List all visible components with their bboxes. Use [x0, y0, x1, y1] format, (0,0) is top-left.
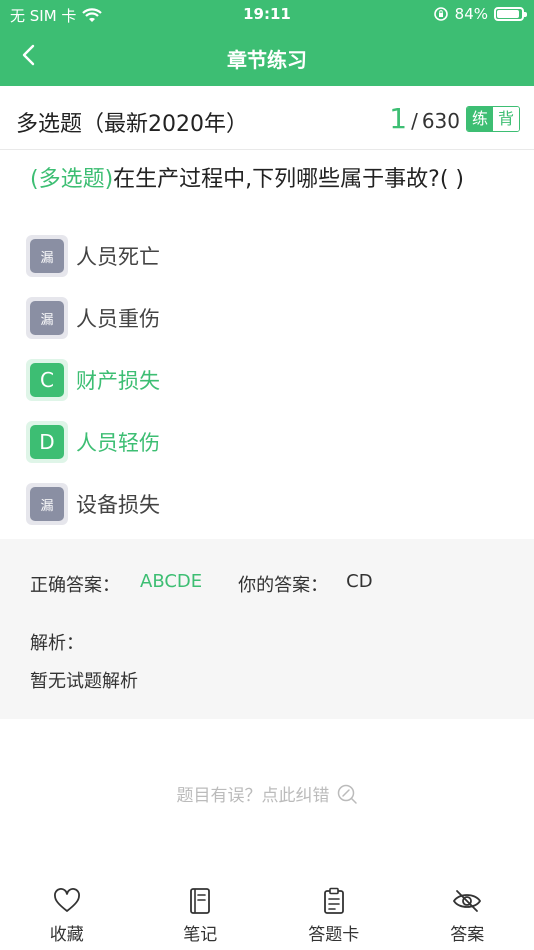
- analysis-text: 暂无试题解析: [30, 671, 138, 692]
- question-stem: (多选题)在生产过程中,下列哪些属于事故?( ): [30, 165, 510, 195]
- your-answer-value: CD: [346, 571, 373, 592]
- option-text: 人员轻伤: [76, 431, 160, 455]
- notebook-icon: [190, 888, 211, 914]
- option-item[interactable]: D 人员轻伤: [26, 411, 506, 473]
- mode-toggle[interactable]: 练 背: [466, 106, 520, 132]
- report-error-text: 题目有误？点此纠错: [176, 786, 330, 806]
- question-progress: 1 / 630: [389, 102, 460, 135]
- show-answer-label: 答案: [450, 925, 485, 945]
- option-badge: 漏: [26, 483, 68, 525]
- option-item[interactable]: 漏 设备损失: [26, 473, 506, 535]
- notes-label: 笔记: [183, 925, 218, 945]
- clipboard-icon: [323, 887, 344, 914]
- bottom-toolbar: 收藏 笔记 答题卡 答案: [0, 872, 534, 950]
- option-badge: 漏: [26, 297, 68, 339]
- correct-answer-label: 正确答案：: [30, 575, 120, 596]
- option-item[interactable]: 漏 人员死亡: [26, 225, 506, 287]
- battery-percent: 84%: [454, 5, 488, 23]
- option-badge: 漏: [26, 235, 68, 277]
- app-header: 无 SIM 卡 19:11 84% 章节练习: [0, 0, 534, 86]
- question-text: 在生产过程中,下列哪些属于事故?( ): [113, 167, 465, 192]
- option-list: 漏 人员死亡 漏 人员重伤 C 财产损失 D 人员轻伤 漏 设备损失: [26, 225, 506, 535]
- favorite-button[interactable]: 收藏: [0, 872, 134, 950]
- answer-card-label: 答题卡: [308, 925, 360, 945]
- correct-answer-value: ABCDE: [140, 571, 203, 592]
- show-answer-button[interactable]: 答案: [401, 872, 534, 950]
- missed-mark: 漏: [30, 301, 64, 335]
- your-answer-label: 你的答案：: [238, 575, 329, 596]
- option-text: 人员死亡: [76, 245, 160, 269]
- section-title: 多选题（最新2020年）: [16, 112, 248, 137]
- favorite-label: 收藏: [49, 925, 84, 945]
- status-bar: 无 SIM 卡 19:11 84%: [0, 0, 534, 28]
- option-item[interactable]: C 财产损失: [26, 349, 506, 411]
- option-badge: C: [26, 359, 68, 401]
- battery-icon: [494, 7, 527, 21]
- report-error-link[interactable]: 题目有误？点此纠错: [0, 781, 534, 806]
- current-index: 1: [389, 102, 408, 135]
- mode-practice-tab[interactable]: 练: [467, 107, 493, 131]
- question-type: (多选题): [30, 167, 114, 192]
- heart-icon: [53, 888, 80, 912]
- eye-hidden-icon: [453, 890, 482, 912]
- option-item[interactable]: 漏 人员重伤: [26, 287, 506, 349]
- notes-button[interactable]: 笔记: [134, 872, 268, 950]
- total-count: 630: [421, 109, 460, 133]
- search-edit-icon: [337, 784, 357, 804]
- nav-bar: 章节练习: [0, 28, 534, 86]
- answer-row: 正确答案： ABCDE 你的答案： CD: [30, 571, 373, 597]
- orientation-lock-icon: [433, 7, 448, 21]
- option-text: 财产损失: [76, 369, 160, 393]
- analysis-label: 解析：: [30, 633, 84, 654]
- option-text: 人员重伤: [76, 307, 160, 331]
- option-badge: D: [26, 421, 68, 463]
- question-subheader: 多选题（最新2020年） 1 / 630 练 背: [0, 86, 534, 150]
- option-text: 设备损失: [76, 493, 160, 517]
- missed-mark: 漏: [30, 487, 64, 521]
- progress-separator: /: [411, 109, 418, 133]
- page-title: 章节练习: [227, 48, 307, 72]
- option-letter: D: [30, 425, 64, 459]
- answer-card-button[interactable]: 答题卡: [267, 872, 401, 950]
- answer-panel: 正确答案： ABCDE 你的答案： CD 解析： 暂无试题解析: [0, 539, 534, 719]
- mode-recite-tab[interactable]: 背: [493, 107, 519, 131]
- option-letter: C: [30, 363, 64, 397]
- missed-mark: 漏: [30, 239, 64, 273]
